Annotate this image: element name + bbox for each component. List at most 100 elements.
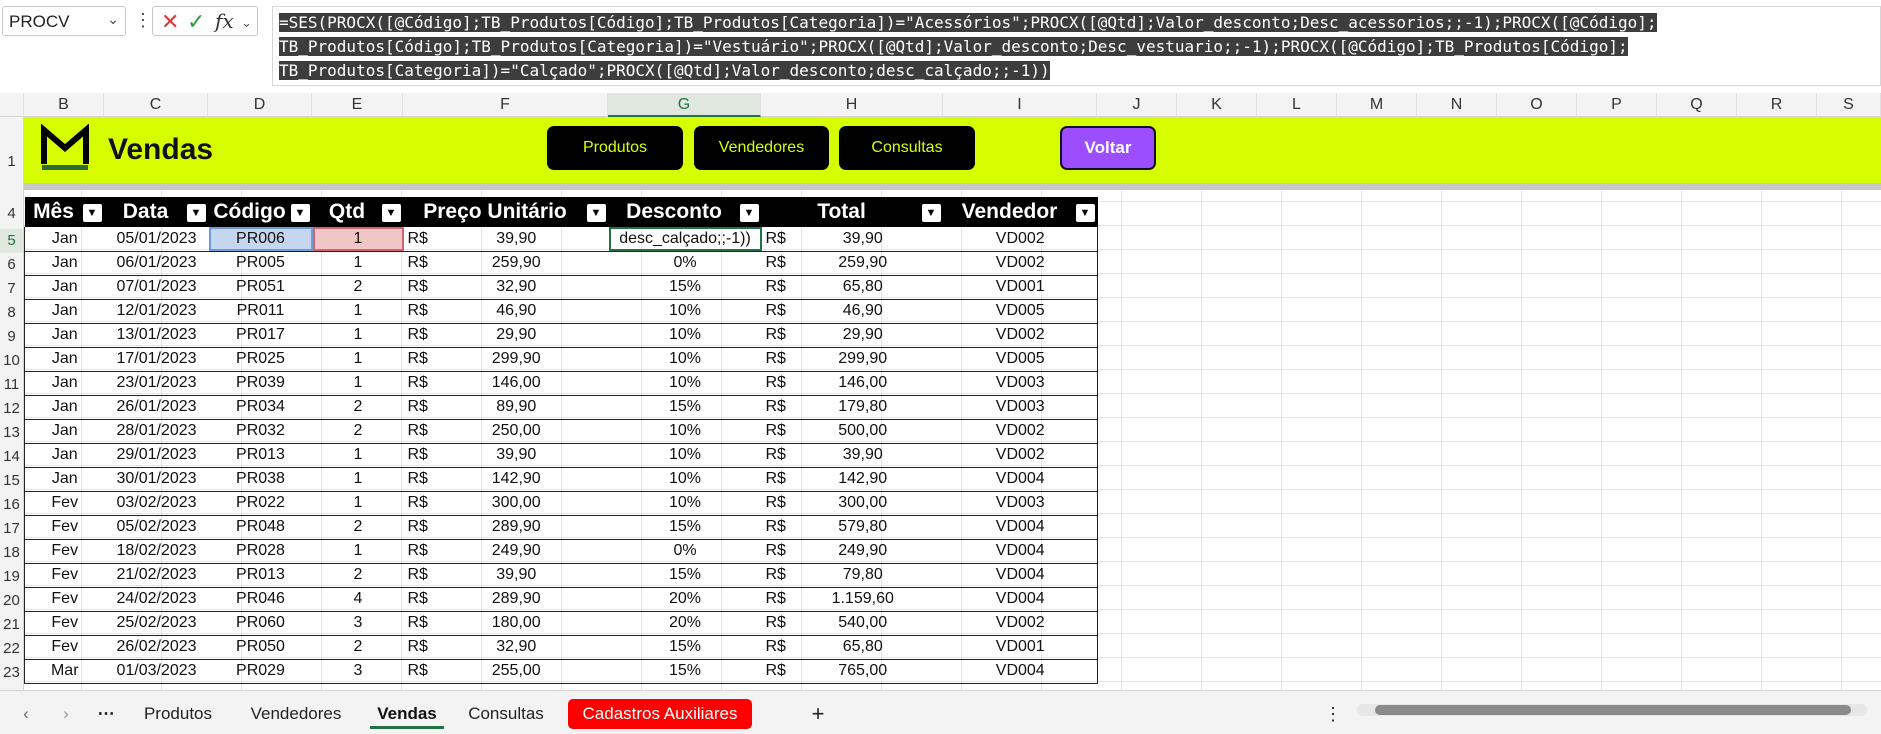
cell-vendedor[interactable]: VD004 [943, 563, 1098, 588]
col-header[interactable]: C [104, 93, 208, 117]
nav-left-icon[interactable]: ‹ [14, 699, 38, 729]
cell-vendedor[interactable]: VD004 [943, 587, 1098, 612]
cell-total[interactable]: R$ 79,80 [761, 563, 944, 588]
row-header[interactable]: 21 [0, 616, 23, 633]
cell-qtd[interactable]: 1 [312, 467, 404, 492]
cell-preco[interactable]: R$ 46,90 [403, 299, 609, 324]
sheet-tab-consultas[interactable]: Consultas [460, 699, 552, 729]
cell-total[interactable]: R$ 46,90 [761, 299, 944, 324]
cell-vendedor[interactable]: VD003 [943, 491, 1098, 516]
row-header[interactable]: 14 [0, 448, 23, 465]
row-header-selected[interactable]: 5 [0, 229, 23, 253]
col-header[interactable]: M [1337, 93, 1417, 117]
name-box[interactable]: PROCV ⌄ [2, 6, 126, 36]
cell-total[interactable]: R$ 146,00 [761, 371, 944, 396]
cell-data[interactable]: 23/01/2023 [104, 371, 209, 396]
cell-total[interactable]: R$ 765,00 [761, 659, 944, 684]
horizontal-scrollbar[interactable] [1357, 704, 1867, 716]
cell-qtd[interactable]: 1 [312, 371, 404, 396]
col-header[interactable]: B [24, 93, 104, 117]
cell-mes[interactable]: Jan [24, 395, 105, 420]
row-header[interactable]: 22 [0, 640, 23, 657]
cell-data[interactable]: 24/02/2023 [104, 587, 209, 612]
add-sheet-icon[interactable]: + [806, 699, 830, 729]
cell-preco[interactable]: R$ 39,90 [403, 443, 609, 468]
cell-qtd[interactable]: 2 [312, 515, 404, 540]
cell-data[interactable]: 29/01/2023 [104, 443, 209, 468]
cell-codigo[interactable]: PR038 [208, 467, 313, 492]
cell-data[interactable]: 05/01/2023 [104, 227, 209, 252]
row-header[interactable]: 13 [0, 424, 23, 441]
cell-data[interactable]: 01/03/2023 [104, 659, 209, 684]
cell-desconto[interactable]: 10% [608, 323, 762, 348]
col-header[interactable]: Q [1657, 93, 1737, 117]
cell-qtd[interactable]: 1 [312, 323, 404, 348]
cell-codigo[interactable]: PR050 [208, 635, 313, 660]
row-header[interactable]: 11 [0, 376, 23, 393]
row-header[interactable]: 23 [0, 664, 23, 681]
cell-desconto[interactable]: 0% [608, 251, 762, 276]
cell-desconto[interactable]: 10% [608, 443, 762, 468]
cell-qtd[interactable]: 1 [312, 299, 404, 324]
filter-dropdown-icon[interactable]: ▼ [921, 204, 941, 222]
cell-vendedor[interactable]: VD003 [943, 371, 1098, 396]
cell-codigo[interactable]: PR017 [208, 323, 313, 348]
cell-vendedor[interactable]: VD005 [943, 347, 1098, 372]
cell-preco[interactable]: R$ 180,00 [403, 611, 609, 636]
cell-vendedor[interactable]: VD002 [943, 251, 1098, 276]
cell-preco[interactable]: R$ 142,90 [403, 467, 609, 492]
cell-mes[interactable]: Fev [24, 491, 105, 516]
more-tabs-icon[interactable]: ⋯ [92, 699, 120, 729]
cell-desconto[interactable]: 0% [608, 539, 762, 564]
filter-dropdown-icon[interactable]: ▼ [1075, 204, 1095, 222]
cell-qtd[interactable]: 1 [312, 491, 404, 516]
cell-mes[interactable]: Mar [24, 659, 105, 684]
cell-codigo[interactable]: PR025 [208, 347, 313, 372]
cell-desconto[interactable]: 20% [608, 611, 762, 636]
col-header-selected[interactable]: G [608, 93, 761, 117]
filter-sort-icon[interactable]: ▼ [186, 204, 206, 222]
row-header[interactable]: 15 [0, 472, 23, 489]
row-header[interactable]: 6 [0, 256, 23, 273]
cell-codigo[interactable]: PR011 [208, 299, 313, 324]
cell-codigo[interactable]: PR060 [208, 611, 313, 636]
cell-desconto[interactable]: 15% [608, 563, 762, 588]
cell-codigo[interactable]: PR039 [208, 371, 313, 396]
cell-vendedor[interactable]: VD001 [943, 635, 1098, 660]
row-header[interactable]: 16 [0, 496, 23, 513]
cell-mes[interactable]: Jan [24, 347, 105, 372]
cell-data[interactable]: 12/01/2023 [104, 299, 209, 324]
cell-codigo[interactable]: PR028 [208, 539, 313, 564]
col-header[interactable]: I [943, 93, 1097, 117]
cell-desconto[interactable]: desc_calçado;;-1)) [608, 227, 762, 252]
cell-desconto[interactable]: 15% [608, 275, 762, 300]
cell-data[interactable]: 26/01/2023 [104, 395, 209, 420]
cell-qtd[interactable]: 1 [312, 539, 404, 564]
cell-data[interactable]: 28/01/2023 [104, 419, 209, 444]
cell-preco[interactable]: R$ 289,90 [403, 515, 609, 540]
nav-right-icon[interactable]: › [54, 699, 78, 729]
cell-qtd[interactable]: 1 [312, 227, 404, 252]
sheet-tab-cadastros-auxiliares[interactable]: Cadastros Auxiliares [568, 699, 752, 729]
cell-qtd[interactable]: 2 [312, 275, 404, 300]
cell-desconto[interactable]: 15% [608, 515, 762, 540]
cell-codigo[interactable]: PR022 [208, 491, 313, 516]
cell-total[interactable]: R$ 299,90 [761, 347, 944, 372]
cell-total[interactable]: R$ 500,00 [761, 419, 944, 444]
row-header[interactable]: 10 [0, 352, 23, 369]
cell-mes[interactable]: Fev [24, 587, 105, 612]
cell-qtd[interactable]: 2 [312, 395, 404, 420]
col-header[interactable]: L [1257, 93, 1337, 117]
cell-preco[interactable]: R$ 146,00 [403, 371, 609, 396]
cell-data[interactable]: 05/02/2023 [104, 515, 209, 540]
cell-total[interactable]: R$ 65,80 [761, 635, 944, 660]
cell-preco[interactable]: R$ 39,90 [403, 227, 609, 252]
filter-dropdown-icon[interactable]: ▼ [586, 204, 606, 222]
cell-desconto[interactable]: 10% [608, 467, 762, 492]
col-header[interactable]: N [1417, 93, 1497, 117]
cell-vendedor[interactable]: VD004 [943, 467, 1098, 492]
col-header[interactable]: P [1577, 93, 1657, 117]
cell-mes[interactable]: Fev [24, 515, 105, 540]
cell-total[interactable]: R$ 39,90 [761, 443, 944, 468]
cell-total[interactable]: R$ 300,00 [761, 491, 944, 516]
